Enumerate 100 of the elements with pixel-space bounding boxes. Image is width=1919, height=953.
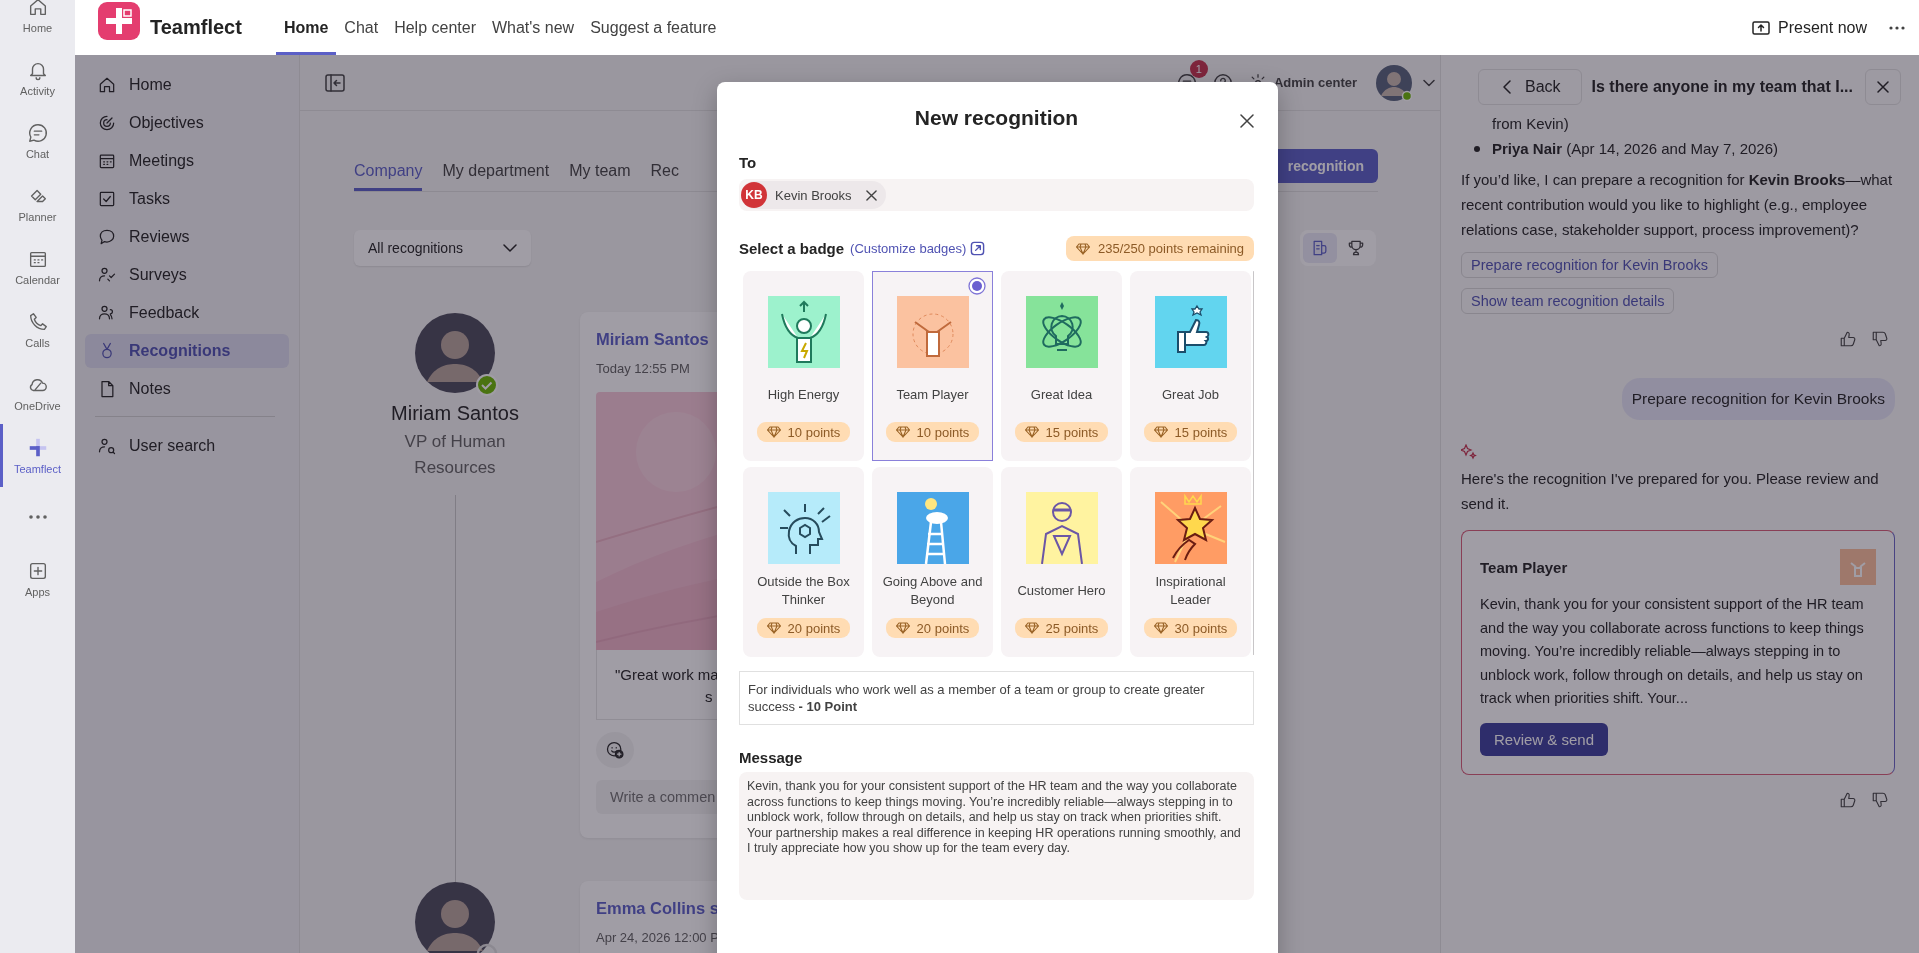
diamond-icon [766,426,781,438]
sidebar-item[interactable]: Objectives [85,106,289,140]
sidebar-item[interactable]: Feedback [85,296,289,330]
nav-tab[interactable]: Suggest a feature [582,0,725,55]
badge-card[interactable]: Great Job 15 points [1130,271,1251,461]
card-text: Kevin, thank you for your consistent support of the HR team and the way you collaborate across functions to keep things moving. You’re incredibly reliable—always stepping in to unblock work, follow through on details, and help us stay on track when priorities shift. Your... [1480,595,1865,708]
add-reaction-button[interactable] [596,732,634,768]
rail-item[interactable]: Teamflect [0,424,75,487]
message-text: Priya Nair (Apr 14, 2026 and May 7, 2026) [1492,139,1779,159]
sidebar-item[interactable]: Meetings [85,144,289,178]
sidebar-item[interactable]: Surveys [85,258,289,292]
suggestion-chip[interactable]: Show team recognition details [1461,288,1675,314]
rail-item[interactable]: Apps [0,547,75,610]
present-button[interactable]: Present now [1752,18,1867,37]
sidebar-item[interactable]: Notes [85,372,289,406]
diamond-icon [1024,426,1039,438]
points-pill: 20 points [885,618,980,638]
post-time: Today 12:55 PM [596,361,690,376]
badge-card[interactable]: Customer Hero 25 points [1001,467,1122,657]
conversation-title: Is there anyone in my team that I... [1591,78,1853,96]
diamond-icon [895,622,910,634]
radio-selected-icon [968,277,986,295]
chevron-left-icon [1503,80,1511,94]
more-icon [28,515,47,519]
sidebar-item[interactable]: Home [85,68,289,102]
sidebar-item[interactable]: User search [85,429,289,463]
diamond-icon [1153,622,1168,634]
checkbox-icon [97,189,117,209]
message-field[interactable]: Kevin, thank you for your consistent support of the HR team and the way you collaborate across functions to keep things moving. You’re incredibly reliable—always stepping in to unblock work, follow through on details, and help us stay on track when priorities shift. Your partnership makes a real difference in keeping HR operations running smoothly, and I truly appreciate how you show up for the team every day. [739,772,1254,900]
person-name: Miriam Santos [391,402,519,425]
external-link-icon[interactable] [970,241,986,256]
rail-item[interactable]: Home [0,0,75,46]
chevron-down-icon [502,244,517,252]
badge-card[interactable]: Great Idea 15 points [1001,271,1122,461]
lightbulb-icon [1025,296,1098,368]
feed-tab[interactable]: Rec [650,162,679,191]
thumbs-up-icon[interactable] [1839,330,1857,348]
sidebar-item[interactable]: Reviews [85,220,289,254]
feed-tab[interactable]: Company [354,162,423,191]
rail-item[interactable]: OneDrive [0,361,75,424]
recipient-name: Kevin Brooks [775,187,852,203]
feed-tab[interactable]: My team [569,162,631,191]
close-icon [1877,81,1889,93]
rail-item[interactable]: Calls [0,298,75,361]
user-search-icon [97,436,117,456]
review-send-button[interactable]: Review & send [1480,722,1609,756]
filter-dropdown[interactable]: All recognitions [354,230,531,266]
target-icon [97,113,117,133]
customize-badges-link[interactable]: (Customize badges) [850,241,967,256]
badge-card[interactable]: High Energy 10 points [743,271,864,461]
diamond-icon [1153,426,1168,438]
chevron-down-icon[interactable] [1423,78,1435,87]
back-button[interactable]: Back [1478,69,1582,105]
more-icon[interactable] [1889,25,1905,30]
card-title: Team Player [1480,558,1568,576]
rail-item[interactable]: Chat [0,109,75,172]
author-link[interactable]: Miriam Santos [596,330,709,349]
points-pill: 15 points [1143,422,1238,442]
rail-item[interactable]: Calendar [0,235,75,298]
diamond-icon [1024,622,1039,634]
nav-tab[interactable]: Help center [386,0,484,55]
nav-tab[interactable]: What's new [483,0,583,55]
sidebar-item[interactable]: Tasks [85,182,289,216]
diamond-icon [766,622,781,634]
rail-item[interactable]: Planner [0,172,75,235]
badge-card[interactable]: Team Player 10 points [872,271,993,461]
sparkle-icon [1461,444,1477,460]
app-name: Teamflect [150,16,242,39]
thumbs-down-icon[interactable] [1871,790,1889,809]
collapse-panel-icon[interactable] [325,73,345,92]
user-message: Prepare recognition for Kevin Brooks [1621,378,1895,420]
avatar[interactable] [1375,63,1413,102]
rail-item[interactable]: Activity [0,46,75,109]
suggestion-chip[interactable]: Prepare recognition for Kevin Brooks [1461,252,1718,278]
thumbs-up-icon[interactable] [1839,790,1857,809]
emoji-add-icon [605,740,625,760]
cheering-figure-icon [767,296,840,368]
close-button[interactable] [1865,69,1901,105]
badge-card[interactable]: Outside the Box Thinker 20 points [743,467,864,657]
message-text: Here's the recognition I've prepared for you. Please review and send it. [1461,469,1880,514]
ladder-icon [896,492,969,564]
section-label: Select a badge [739,240,845,257]
badge-card[interactable]: Inspirational Leader 30 points [1130,467,1251,657]
remove-icon[interactable] [865,189,877,201]
speech-bubble-icon [97,227,117,247]
badge-card[interactable]: Going Above and Beyond 20 points [872,467,993,657]
nav-tab[interactable]: Chat [336,0,387,55]
diamond-icon [895,426,910,438]
sidebar-item[interactable]: Recognitions [85,334,289,368]
thumbs-down-icon[interactable] [1871,330,1889,348]
person-role: VP of Human Resources [403,431,507,479]
view-toggle-button[interactable] [1303,233,1337,263]
badge-description: For individuals who work well as a member of a team or group to create greater success - 10 Point [739,671,1254,725]
share-screen-icon [1752,19,1771,36]
trophy-icon [1346,238,1366,258]
close-icon[interactable] [1240,114,1254,128]
recipient-field[interactable]: KB Kevin Brooks [739,179,1254,211]
home-icon [97,75,117,95]
feed-tab[interactable]: My department [442,162,550,191]
message-text: from Kevin) [1492,114,1569,134]
